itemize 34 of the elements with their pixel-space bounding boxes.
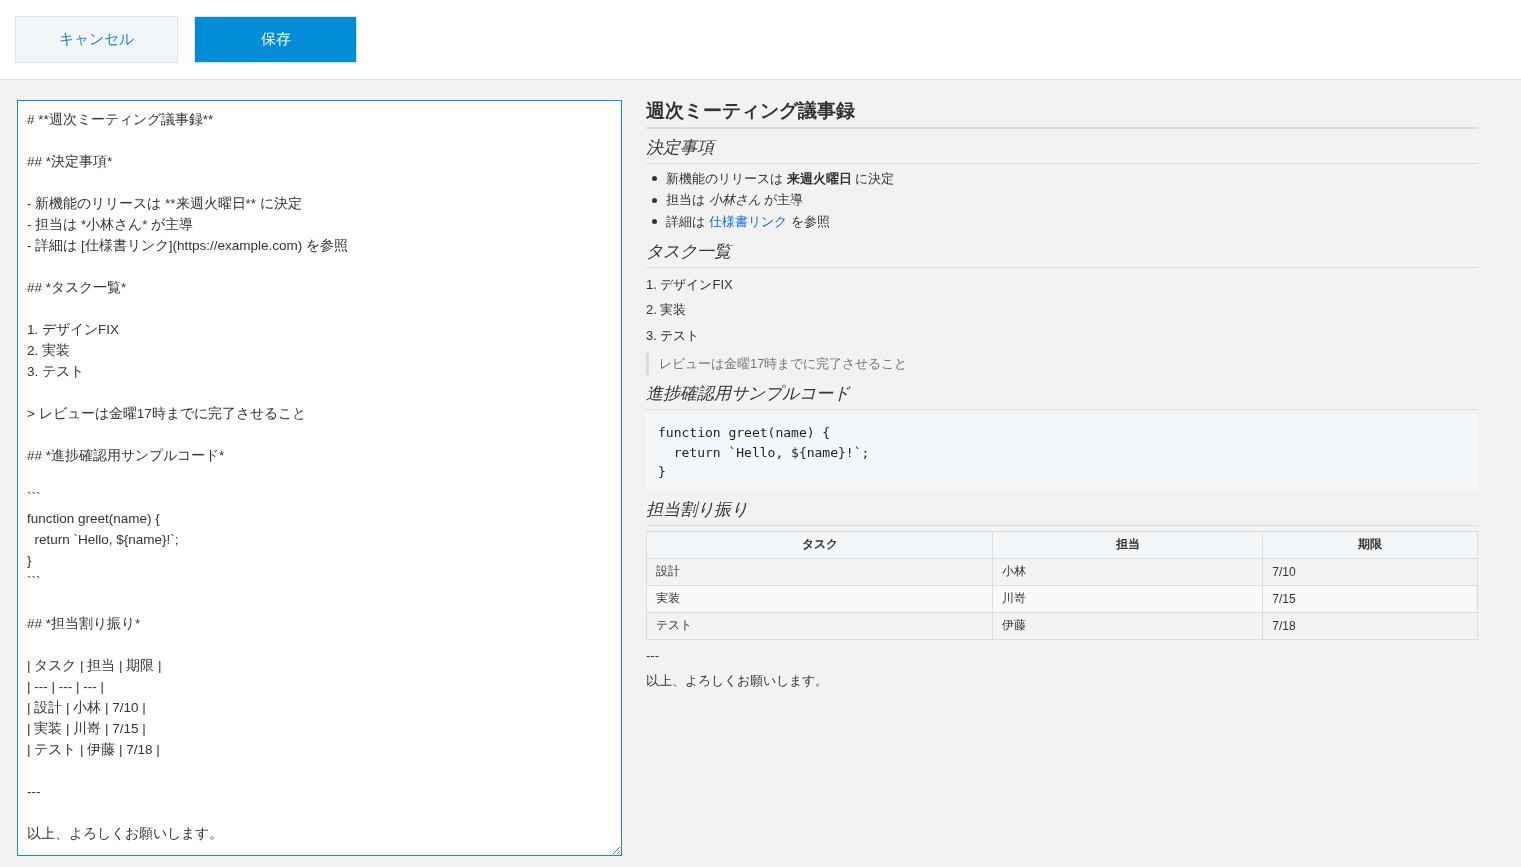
- table-cell: テスト: [646, 612, 993, 639]
- spec-link[interactable]: 仕様書リンク: [709, 213, 787, 229]
- section-heading: 進捗確認用サンプルコード: [646, 383, 1478, 410]
- table-cell: 7/15: [1262, 585, 1478, 612]
- cancel-button[interactable]: キャンセル: [15, 16, 178, 63]
- numbered-item: 3. テスト: [646, 327, 700, 343]
- numbered-item: 2. 実装: [646, 302, 687, 317]
- section-heading: タスク一覧: [646, 240, 1478, 268]
- table-cell: 実装: [646, 585, 993, 612]
- table-cell: 川嵜: [992, 585, 1263, 612]
- bullet-icon: [652, 176, 657, 182]
- paragraph-text: 以上、よろしくお願いします。: [646, 672, 828, 688]
- block-quote: レビューは金曜17時までに完了させること: [646, 353, 1478, 375]
- section-heading: 担当割り振り: [646, 498, 1478, 526]
- numbered-item: 1. デザインFIX: [646, 276, 733, 292]
- bullet-item: 担当は 小林さん が主導: [666, 191, 804, 210]
- table-cell: 7/18: [1262, 612, 1478, 639]
- table-cell: 7/10: [1262, 558, 1478, 585]
- save-button[interactable]: 保存: [194, 16, 357, 63]
- table-cell: 伊藤: [992, 612, 1263, 639]
- paragraph-text: ---: [646, 647, 659, 663]
- bullet-item: 新機能のリリースは 来週火曜日 に決定: [666, 169, 895, 188]
- section-heading: 決定事項: [646, 137, 1478, 164]
- column-header: タスク: [646, 531, 993, 558]
- column-header: 担当: [992, 531, 1263, 558]
- code-block: function greet(name) { return `Hello, ${name}!`; }: [646, 414, 1478, 491]
- bullet-icon: [652, 197, 657, 203]
- document-title: 週次ミーティング議事録: [646, 100, 1478, 129]
- table-cell: 設計: [646, 558, 993, 585]
- table-cell: 小林: [992, 558, 1263, 585]
- bullet-icon: [652, 219, 657, 225]
- bullet-item: 詳細は 仕様書リンク を参照: [666, 212, 830, 231]
- column-header: 期限: [1262, 531, 1478, 558]
- markdown-editor[interactable]: # **週次ミーティング議事録** ## *決定事項* - 新機能のリリースは **来週火曜日** に決定 - 担当は *小林さん* が主導 - 詳細は [仕様書リンク](https://example.com) を参照 ## *タスク一覧* 1. デザインFIX 2. 実装 3. テスト > レビューは金曜17時までに完了させること ## *進捗確認用サンプルコード* ``` function greet(name) { return `Hello, ${name}!`; } ``` ## *担当割り振り* | タスク | 担当 | 期限 | | --- | --- | --- | | 設計 | 小林 | 7/10 | | 実装 | 川嵜 | 7/15 | | テスト | 伊藤 | 7/18 | --- 以上、よろしくお願いします。: [17, 100, 622, 856]
